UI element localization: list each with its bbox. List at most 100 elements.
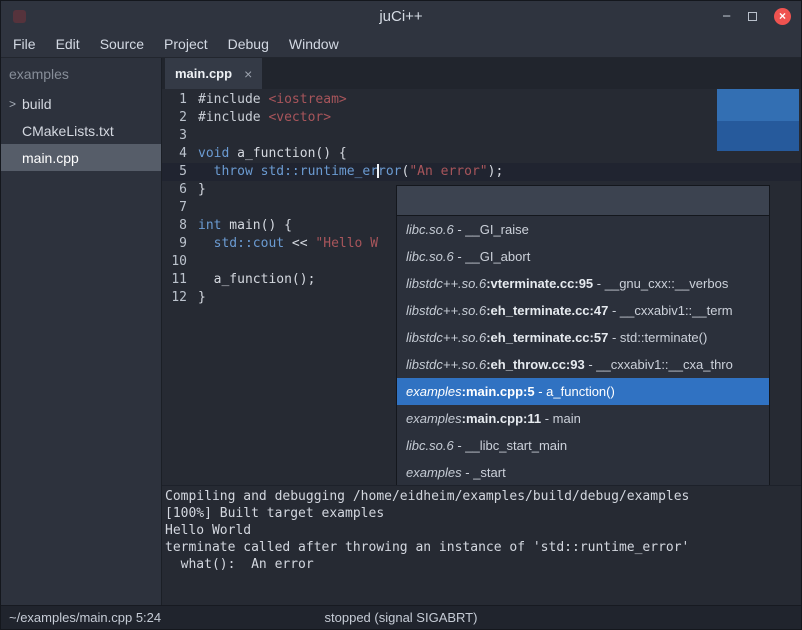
line-number: 1: [162, 91, 198, 109]
line-number: 9: [162, 235, 198, 253]
line-number: 7: [162, 199, 198, 217]
terminal-line: Hello World: [165, 522, 798, 539]
stack-frame-row[interactable]: libc.so.6 - __GI_abort: [397, 243, 769, 270]
tooltip-box: [717, 89, 799, 151]
code-text: }: [198, 181, 206, 199]
frame-function: __cxxabiv1::__term: [620, 303, 733, 318]
menu-item-project[interactable]: Project: [154, 31, 218, 57]
menu-item-debug[interactable]: Debug: [218, 31, 279, 57]
status-debug-state: stopped (signal SIGABRT): [1, 610, 801, 625]
code-line[interactable]: 1#include <iostream>: [162, 91, 801, 109]
tree-item-build[interactable]: >build: [1, 90, 161, 117]
app-window: juCi++ − × FileEditSourceProjectDebugWin…: [0, 0, 802, 630]
frame-function: a_function(): [546, 384, 615, 399]
code-text: int main() {: [198, 217, 292, 235]
stack-frame-row[interactable]: libc.so.6 - __libc_start_main: [397, 432, 769, 459]
window-title: juCi++: [1, 8, 801, 25]
frame-module: examples: [406, 465, 462, 480]
main-pane: main.cpp × 1#include <iostream>2#include…: [162, 58, 801, 605]
stack-frame-row[interactable]: libstdc++.so.6:eh_throw.cc:93 - __cxxabi…: [397, 351, 769, 378]
menu-item-window[interactable]: Window: [279, 31, 349, 57]
frame-module: libstdc++.so.6: [406, 357, 486, 372]
code-text: void a_function() {: [198, 145, 347, 163]
menu-item-edit[interactable]: Edit: [46, 31, 90, 57]
backtrace-popup: libc.so.6 - __GI_raiselibc.so.6 - __GI_a…: [396, 185, 770, 485]
restore-icon: [748, 12, 757, 21]
line-number: 12: [162, 289, 198, 307]
code-line[interactable]: 2#include <vector>: [162, 109, 801, 127]
tabbar: main.cpp ×: [162, 58, 801, 89]
line-number: 2: [162, 109, 198, 127]
stack-frame-row[interactable]: libstdc++.so.6:vterminate.cc:95 - __gnu_…: [397, 270, 769, 297]
stack-frame-row[interactable]: libc.so.6 - __GI_raise: [397, 216, 769, 243]
file-tree: >build CMakeLists.txt main.cpp: [1, 90, 161, 171]
code-editor[interactable]: 1#include <iostream>2#include <vector>34…: [162, 89, 801, 485]
line-number: 8: [162, 217, 198, 235]
frame-location: :eh_terminate.cc:57: [486, 330, 608, 345]
frame-function: __cxxabiv1::__cxa_thro: [596, 357, 733, 372]
frame-module: examples: [406, 411, 462, 426]
frame-module: examples: [406, 384, 462, 399]
text-cursor: [377, 164, 379, 178]
frame-location: :main.cpp:11: [462, 411, 541, 426]
terminal-line: Compiling and debugging /home/eidheim/ex…: [165, 488, 798, 505]
stack-frame-row[interactable]: examples:main.cpp:11 - main: [397, 405, 769, 432]
line-number: 6: [162, 181, 198, 199]
stack-frame-row[interactable]: libstdc++.so.6:eh_terminate.cc:47 - __cx…: [397, 297, 769, 324]
frame-function: std::terminate(): [620, 330, 707, 345]
line-number: 5: [162, 163, 198, 181]
tree-item-label: main.cpp: [22, 150, 79, 166]
code-text: #include <iostream>: [198, 91, 347, 109]
line-number: 4: [162, 145, 198, 163]
code-text: std::cout << "Hello W: [198, 235, 378, 253]
popup-search-input[interactable]: [397, 186, 769, 216]
stack-frame-list: libc.so.6 - __GI_raiselibc.so.6 - __GI_a…: [397, 216, 769, 485]
frame-function: __GI_abort: [465, 249, 530, 264]
code-line[interactable]: 4void a_function() {: [162, 145, 801, 163]
tree-item-label: build: [22, 96, 52, 112]
window-controls: − ×: [722, 1, 791, 31]
frame-function: main: [553, 411, 581, 426]
menubar: FileEditSourceProjectDebugWindow: [1, 31, 801, 58]
statusbar: ~/examples/main.cpp 5:24 stopped (signal…: [1, 605, 801, 629]
frame-function: _start: [473, 465, 506, 480]
frame-location: :vterminate.cc:95: [486, 276, 593, 291]
tab-main-cpp[interactable]: main.cpp ×: [165, 58, 262, 89]
stack-frame-row[interactable]: examples:main.cpp:5 - a_function(): [397, 378, 769, 405]
tab-close-icon[interactable]: ×: [244, 66, 252, 82]
line-number: 11: [162, 271, 198, 289]
restore-button[interactable]: [748, 12, 757, 21]
titlebar[interactable]: juCi++ − ×: [1, 1, 801, 31]
code-line[interactable]: 3: [162, 127, 801, 145]
terminal-line: what(): An error: [165, 556, 798, 573]
frame-location: :eh_throw.cc:93: [486, 357, 585, 372]
project-name: examples: [1, 58, 161, 90]
tree-item-cmakelists.txt[interactable]: CMakeLists.txt: [1, 117, 161, 144]
folder-arrow-icon[interactable]: >: [9, 97, 22, 111]
sidebar-file-browser: examples >build CMakeLists.txt main.cpp: [1, 58, 162, 605]
tab-label: main.cpp: [175, 66, 232, 81]
stack-frame-row[interactable]: examples - _start: [397, 459, 769, 485]
frame-function: __libc_start_main: [465, 438, 567, 453]
tree-item-label: CMakeLists.txt: [22, 123, 114, 139]
menu-item-source[interactable]: Source: [90, 31, 154, 57]
frame-module: libstdc++.so.6: [406, 303, 486, 318]
terminal-output[interactable]: Compiling and debugging /home/eidheim/ex…: [162, 485, 801, 605]
frame-location: :main.cpp:5: [462, 384, 535, 399]
frame-module: libstdc++.so.6: [406, 276, 486, 291]
code-text: }: [198, 289, 206, 307]
menu-item-file[interactable]: File: [3, 31, 46, 57]
terminal-line: [100%] Built target examples: [165, 505, 798, 522]
line-number: 3: [162, 127, 198, 145]
frame-module: libstdc++.so.6: [406, 330, 486, 345]
stack-frame-row[interactable]: libstdc++.so.6:eh_terminate.cc:57 - std:…: [397, 324, 769, 351]
frame-module: libc.so.6: [406, 249, 454, 264]
code-line[interactable]: 5 throw std::runtime_error("An error");: [162, 163, 801, 181]
code-text: a_function();: [198, 271, 315, 289]
frame-function: __GI_raise: [465, 222, 529, 237]
minimize-button[interactable]: −: [722, 9, 731, 24]
close-button[interactable]: ×: [774, 8, 791, 25]
tree-item-main.cpp[interactable]: main.cpp: [1, 144, 161, 171]
code-text: throw std::runtime_error("An error");: [198, 163, 503, 181]
content: examples >build CMakeLists.txt main.cpp ma…: [1, 58, 801, 605]
